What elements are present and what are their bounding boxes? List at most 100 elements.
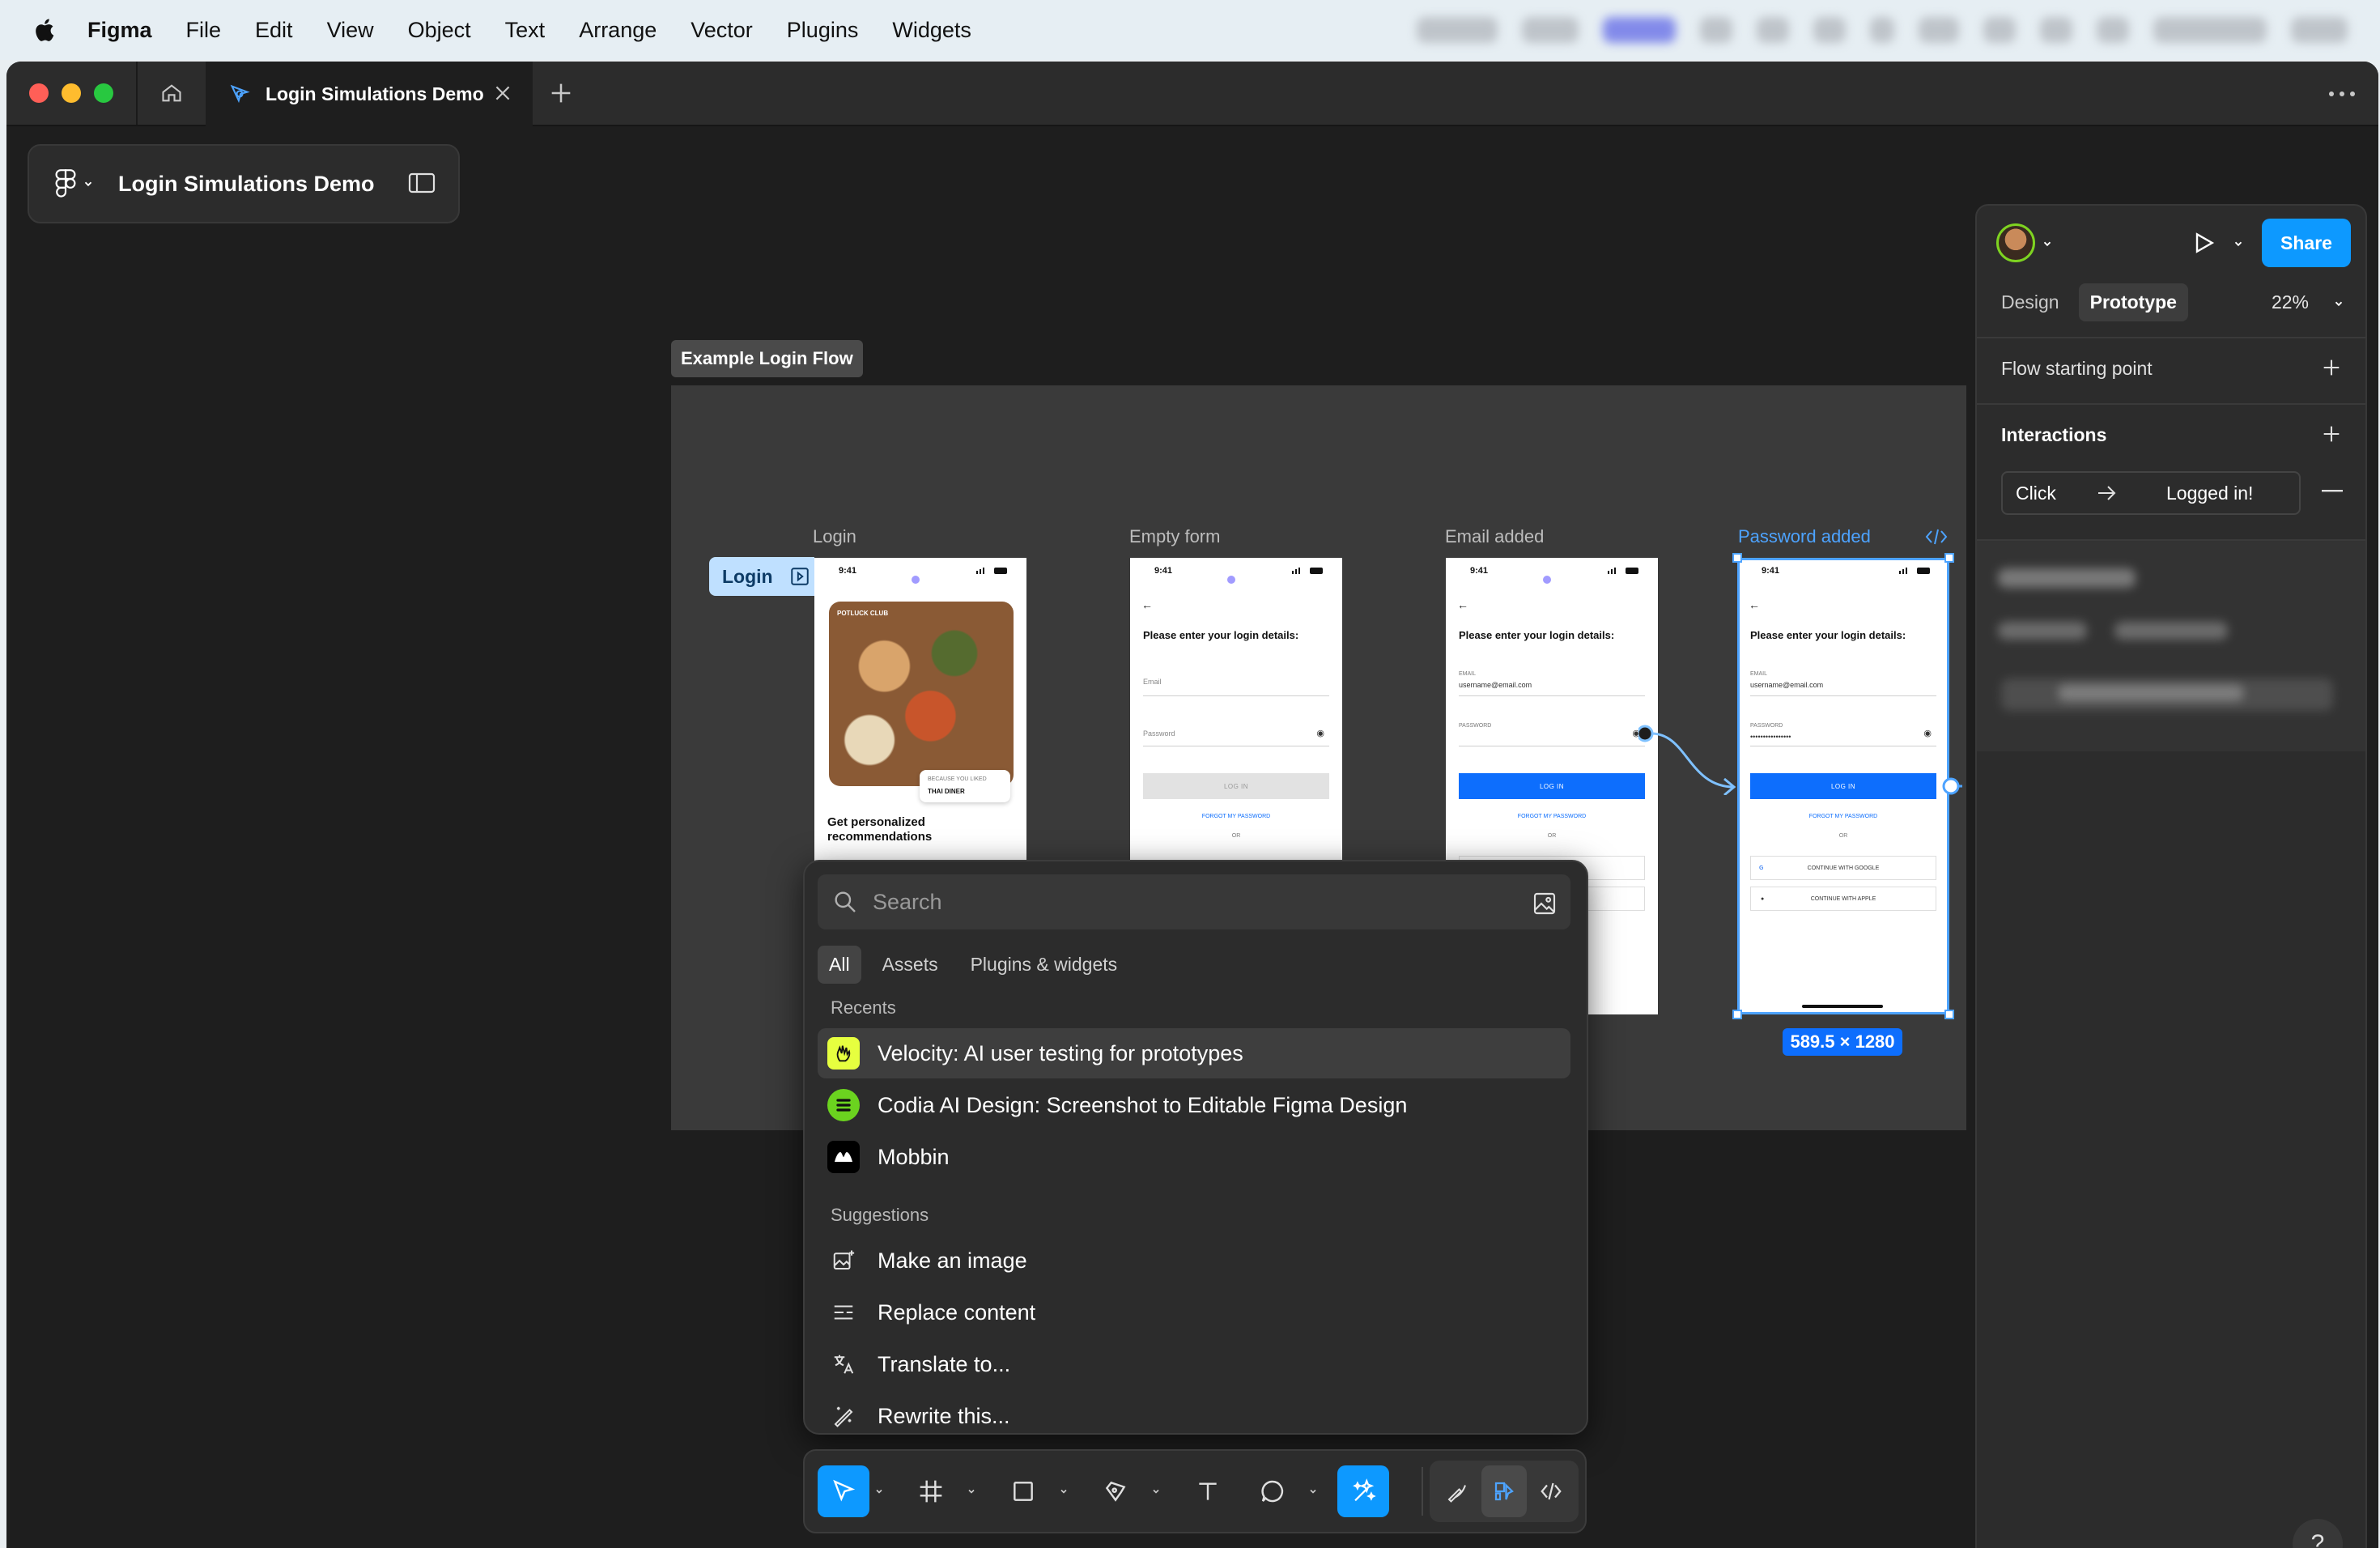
remove-interaction-icon[interactable] [2322, 489, 2343, 492]
tab-plugins-widgets[interactable]: Plugins & widgets [959, 946, 1129, 984]
draw-mode-button[interactable] [1434, 1465, 1480, 1517]
close-window-button[interactable] [29, 83, 49, 103]
text-tool-button[interactable] [1182, 1465, 1234, 1517]
quick-actions-menu: All Assets Plugins & widgets Recents Vel… [803, 860, 1588, 1435]
tab-login-simulations-demo[interactable]: Login Simulations Demo [206, 62, 533, 126]
frame-label-login[interactable]: Login [813, 526, 856, 547]
potluck-tag: POTLUCK CLUB [837, 610, 889, 617]
recent-item-label: Velocity: AI user testing for prototypes [878, 1040, 1243, 1065]
suggestion-make-image[interactable]: Make an image [818, 1235, 1570, 1286]
move-tool-button[interactable] [818, 1465, 869, 1517]
recent-item-label: Mobbin [878, 1144, 950, 1169]
zoom-level[interactable]: 22% [2272, 291, 2309, 313]
menu-text[interactable]: Text [505, 18, 546, 43]
back-arrow-icon: ← [1457, 598, 1468, 611]
tab-all[interactable]: All [818, 946, 861, 984]
draw-icon [1447, 1485, 1466, 1503]
add-interaction-icon[interactable] [2320, 423, 2343, 445]
email-underline [1750, 695, 1936, 696]
tab-design[interactable]: Design [1990, 283, 2071, 321]
figma-logo-icon[interactable] [55, 169, 76, 198]
menu-arrange[interactable]: Arrange [579, 18, 657, 43]
menu-object[interactable]: Object [408, 18, 471, 43]
resize-handle[interactable] [1732, 553, 1742, 563]
ai-sparkle-icon [1353, 1478, 1376, 1502]
file-title[interactable]: Login Simulations Demo [118, 172, 375, 197]
menu-view[interactable]: View [327, 18, 374, 43]
resize-handle[interactable] [1944, 553, 1954, 563]
menu-app-figma[interactable]: Figma [87, 18, 152, 43]
resize-handle[interactable] [1732, 1010, 1742, 1019]
close-tab-icon[interactable] [492, 83, 513, 104]
toggle-sidebar-icon[interactable] [408, 172, 436, 194]
search-input[interactable] [871, 888, 1522, 916]
comment-tool-button[interactable] [1247, 1465, 1298, 1517]
pen-tool-button[interactable] [1090, 1465, 1141, 1517]
add-flow-icon[interactable] [2320, 356, 2343, 379]
restaurant-name: THAI DINER [928, 788, 965, 795]
shape-tool-button[interactable] [997, 1465, 1049, 1517]
more-options-icon[interactable] [2328, 91, 2356, 97]
design-mode-button[interactable] [1481, 1465, 1527, 1517]
chevron-down-icon[interactable] [1308, 1486, 1318, 1496]
menu-widgets[interactable]: Widgets [892, 18, 971, 43]
status-time: 9:41 [839, 566, 857, 576]
resize-handle[interactable] [1944, 1010, 1954, 1019]
recent-item-velocity[interactable]: Velocity: AI user testing for prototypes [818, 1028, 1570, 1078]
interaction-row[interactable]: Click Logged in! [2001, 471, 2301, 515]
forgot-password-link: FORGOT MY PASSWORD [1201, 814, 1271, 819]
chevron-down-icon[interactable] [83, 178, 94, 189]
suggestion-translate[interactable]: Translate to... [818, 1339, 1570, 1389]
menu-edit[interactable]: Edit [255, 18, 293, 43]
dev-mode-button[interactable] [1528, 1465, 1574, 1517]
new-tab-icon[interactable] [547, 79, 575, 107]
chevron-down-icon[interactable] [967, 1486, 976, 1496]
login-button: LOG IN [1459, 773, 1645, 799]
menu-plugins[interactable]: Plugins [787, 18, 859, 43]
frame-label-empty-form[interactable]: Empty form [1129, 526, 1220, 547]
minimize-window-button[interactable] [62, 83, 81, 103]
flow-start-chip[interactable]: Login [709, 557, 814, 596]
tab-prototype[interactable]: Prototype [2078, 283, 2188, 321]
play-icon[interactable] [2191, 230, 2216, 256]
menu-file[interactable]: File [186, 18, 222, 43]
chevron-down-icon[interactable] [1151, 1486, 1161, 1496]
frame-label-password-added[interactable]: Password added [1738, 526, 1871, 547]
recent-item-codia[interactable]: Codia AI Design: Screenshot to Editable … [818, 1080, 1570, 1130]
translate-icon [827, 1348, 860, 1380]
apple-icon[interactable] [32, 17, 55, 43]
divider [1977, 403, 2365, 405]
section-label[interactable]: Example Login Flow [671, 340, 863, 377]
frame-label-email-added[interactable]: Email added [1445, 526, 1544, 547]
suggestion-replace-content[interactable]: Replace content [818, 1287, 1570, 1337]
avatar[interactable] [1996, 223, 2035, 262]
connection-node[interactable] [1941, 777, 1962, 795]
code-icon[interactable] [1925, 528, 1948, 546]
image-search-icon[interactable] [1532, 891, 1558, 916]
chevron-down-icon[interactable] [2333, 298, 2344, 309]
share-button[interactable]: Share [2262, 219, 2351, 267]
frame-icon [920, 1480, 942, 1503]
chevron-down-icon[interactable] [2042, 238, 2053, 249]
dynamic-island-dot [912, 576, 920, 584]
recent-item-mobbin[interactable]: Mobbin [818, 1132, 1570, 1182]
or-divider: OR [1838, 833, 1848, 839]
chevron-down-icon[interactable] [2233, 238, 2244, 249]
actions-button[interactable] [1337, 1465, 1389, 1517]
phone-frame-password-added[interactable]: 9:41 ← Please enter your login details: … [1737, 558, 1949, 1014]
email-label: EMAIL [1459, 671, 1477, 677]
chevron-down-icon[interactable] [1059, 1486, 1069, 1496]
interaction-destination: Logged in! [2166, 482, 2254, 504]
zoom-window-button[interactable] [94, 83, 113, 103]
menu-vector[interactable]: Vector [691, 18, 753, 43]
prototype-connector[interactable] [1638, 722, 1739, 795]
frame-tool-button[interactable] [905, 1465, 957, 1517]
tab-assets[interactable]: Assets [871, 946, 950, 984]
suggestion-rewrite[interactable]: Rewrite this... [818, 1391, 1570, 1433]
home-tab[interactable] [136, 62, 207, 125]
comment-icon [1261, 1480, 1284, 1503]
password-value: •••••••••••••••• [1750, 733, 1791, 741]
chevron-down-icon[interactable] [874, 1486, 884, 1496]
suggestions-heading: Suggestions [831, 1205, 929, 1225]
interactions-label: Interactions [2001, 424, 2107, 445]
